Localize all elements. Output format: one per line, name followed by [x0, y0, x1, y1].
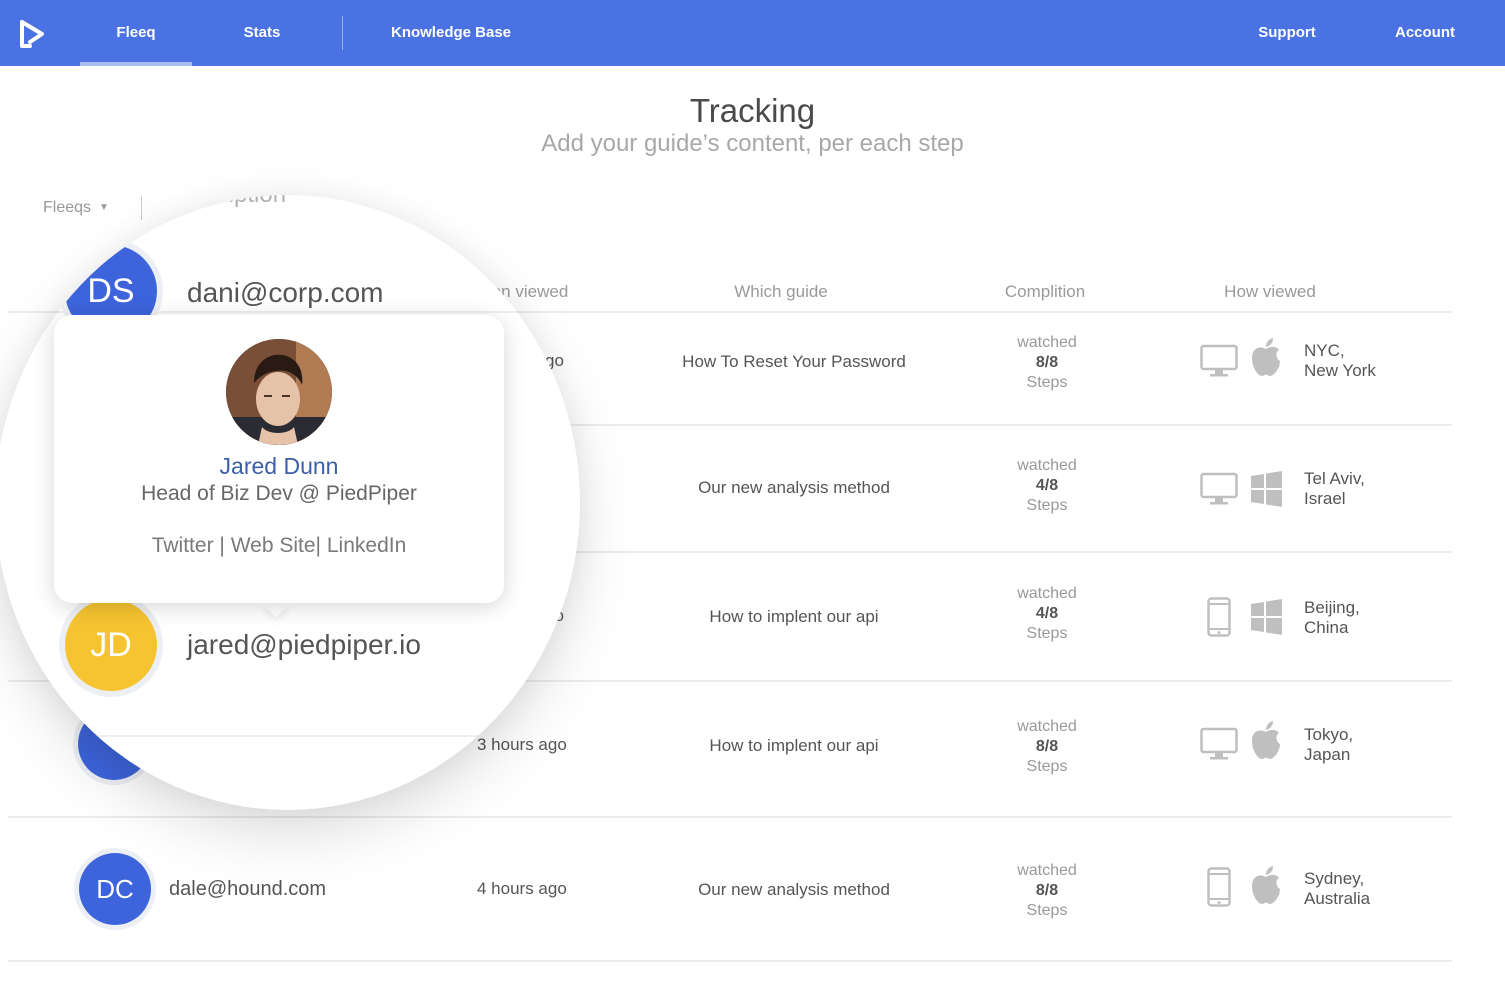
when-viewed-cell: 3 hours ago — [477, 735, 567, 754]
location-cell: NYC, New York — [1304, 341, 1376, 380]
apple-icon — [1252, 721, 1280, 759]
avatar[interactable]: JD — [65, 599, 157, 691]
completion-cell: watched 8/8 Steps — [1017, 862, 1077, 919]
desktop-icon — [1200, 472, 1238, 505]
guide-cell[interactable]: Our new analysis method — [660, 880, 928, 900]
guide-cell[interactable]: How to implent our api — [660, 607, 928, 627]
search-field[interactable]: description — [170, 195, 286, 209]
row-divider — [0, 735, 580, 737]
guide-cell[interactable]: How to implent our api — [660, 736, 928, 756]
location-cell: Tokyo, Japan — [1304, 725, 1354, 764]
user-email[interactable]: jared@piedpiper.io — [187, 629, 421, 661]
filter-divider — [141, 196, 142, 220]
when-viewed-cell: 4 hours ago — [477, 879, 567, 898]
desktop-icon — [1200, 344, 1238, 377]
nav-tab-fleeq[interactable]: Fleeq — [80, 0, 192, 66]
nav-tab-stats[interactable]: Stats — [222, 0, 302, 66]
apple-icon — [1252, 338, 1280, 376]
completion-cell: watched 8/8 Steps — [1017, 718, 1077, 775]
row-divider — [8, 816, 1452, 818]
location-cell: Tel Aviv, Israel — [1304, 469, 1365, 508]
column-header-which-guide[interactable]: Which guide — [700, 282, 862, 302]
fleeqs-filter-dropdown[interactable]: Fleeqs ▼ — [43, 199, 109, 217]
profile-name: Jared Dunn — [219, 453, 339, 479]
page-subtitle: Add your guide’s content, per each step — [541, 130, 964, 157]
profile-links: Twitter | Web Site| LinkedIn — [54, 534, 504, 558]
avatar[interactable]: DC — [79, 853, 151, 925]
twitter-link[interactable]: Twitter — [152, 534, 214, 557]
user-email[interactable]: dani@corp.com — [187, 277, 384, 309]
nav-divider — [342, 16, 343, 50]
link-separator: | — [219, 534, 225, 557]
column-header-how-viewed[interactable]: How viewed — [1200, 282, 1340, 302]
mobile-icon — [1207, 867, 1231, 907]
play-logo-icon[interactable] — [18, 19, 46, 49]
row-divider — [8, 960, 1452, 962]
completion-cell: watched 8/8 Steps — [1017, 334, 1077, 391]
linkedin-link[interactable]: LinkedIn — [327, 534, 406, 557]
location-cell: Beijing, China — [1304, 598, 1360, 637]
user-email[interactable]: dale@hound.com — [169, 878, 326, 901]
guide-cell[interactable]: How To Reset Your Password — [660, 352, 928, 372]
caret-down-icon: ▼ — [99, 202, 109, 214]
profile-photo — [226, 339, 332, 445]
mobile-icon — [1207, 597, 1231, 637]
top-navbar: Fleeq Stats Knowledge Base Support Accou… — [0, 0, 1505, 66]
apple-icon — [1252, 866, 1280, 904]
column-header-completion[interactable]: Complition — [975, 282, 1115, 302]
page-title: Tracking — [689, 92, 816, 129]
windows-icon — [1251, 471, 1282, 507]
windows-icon — [1251, 599, 1282, 635]
nav-tab-knowledge-base[interactable]: Knowledge Base — [380, 0, 522, 66]
user-profile-popup: Jared Dunn Head of Biz Dev @ PiedPiper T… — [54, 315, 504, 603]
guide-cell[interactable]: Our new analysis method — [660, 478, 928, 498]
nav-support-link[interactable]: Support — [1246, 0, 1328, 66]
completion-cell: watched 4/8 Steps — [1017, 457, 1077, 514]
completion-cell: watched 4/8 Steps — [1017, 585, 1077, 642]
nav-account-link[interactable]: Account — [1385, 0, 1465, 66]
desktop-icon — [1200, 727, 1238, 760]
link-separator: | — [315, 534, 322, 557]
location-cell: Sydney, Australia — [1304, 869, 1371, 908]
profile-role: Head of Biz Dev @ PiedPiper — [141, 482, 417, 505]
fleeqs-filter-label: Fleeqs — [43, 199, 92, 216]
profile-photo-image — [226, 339, 332, 445]
website-link[interactable]: Web Site — [231, 534, 316, 557]
